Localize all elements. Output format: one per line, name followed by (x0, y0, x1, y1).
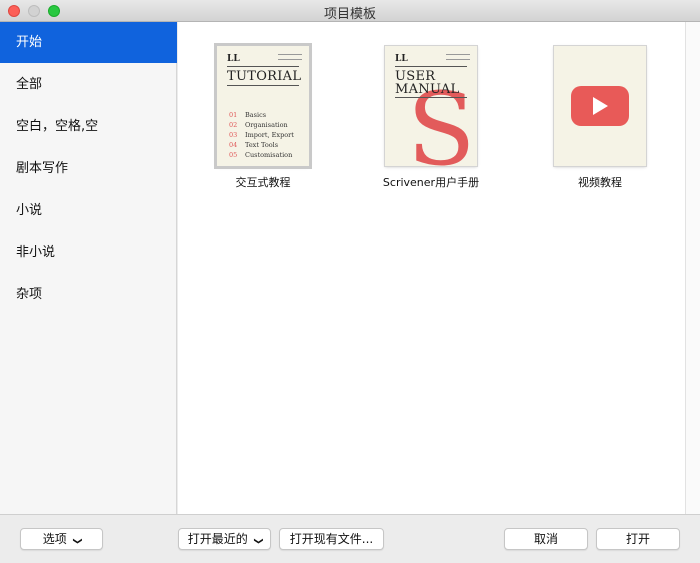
toc-row: 01 Basics (229, 111, 267, 119)
literature-and-latte-logo: LL (227, 54, 240, 64)
footer-bar: 选项 ❯ 打开最近的 ❯ 打开现有文件... 取消 打开 (0, 514, 700, 563)
play-triangle-icon (593, 97, 608, 115)
template-scrivener-manual[interactable]: S LL USER MANUAL Scrivener用户手册 (346, 44, 516, 194)
template-label: 交互式教程 (235, 176, 291, 189)
template-grid: LL TUTORIAL 01 Basics 02 Organisation 03 Im… (178, 22, 685, 514)
logo-tagline-mark (446, 54, 470, 60)
open-button[interactable]: 打开 (596, 528, 680, 550)
youtube-play-icon (571, 86, 629, 126)
category-sidebar: 开始 全部 空白，空格,空 剧本写作 小说 非小说 杂项 (0, 22, 177, 514)
chevron-down-icon: ❯ (71, 537, 82, 545)
window-title: 项目模板 (323, 7, 376, 22)
title-rule-bottom (395, 97, 467, 98)
title-bar[interactable]: 项目模板 (0, 0, 700, 22)
options-label: 选项 (42, 532, 67, 546)
logo-tagline-mark (278, 54, 302, 60)
options-dropdown[interactable]: 选项 ❯ (20, 528, 103, 550)
chevron-down-icon: ❯ (252, 537, 263, 545)
title-rule-bottom (227, 85, 299, 86)
open-existing-file-button[interactable]: 打开现有文件... (279, 528, 384, 550)
sidebar-item-scriptwriting[interactable]: 剧本写作 (0, 148, 177, 189)
sidebar-item-miscellaneous[interactable]: 杂项 (0, 274, 177, 315)
sidebar-item-fiction[interactable]: 小说 (0, 190, 177, 231)
sidebar-item-non-fiction[interactable]: 非小说 (0, 232, 177, 273)
sidebar-item-getting-started[interactable]: 开始 (0, 22, 177, 63)
template-label: Scrivener用户手册 (382, 176, 480, 189)
vertical-scrollbar[interactable] (685, 22, 700, 514)
title-rule-top (395, 66, 467, 67)
open-recent-dropdown[interactable]: 打开最近的 ❯ (178, 528, 271, 550)
toc-row: 03 Import, Export (229, 131, 294, 139)
sidebar-item-all[interactable]: 全部 (0, 64, 177, 105)
title-rule-top (227, 66, 299, 67)
manual-title-line2: MANUAL (395, 82, 460, 97)
cancel-button[interactable]: 取消 (504, 528, 588, 550)
literature-and-latte-logo: LL (395, 54, 408, 64)
open-recent-label: 打开最近的 (187, 532, 248, 546)
video-thumbnail[interactable] (554, 46, 646, 166)
toc-row: 02 Organisation (229, 121, 288, 129)
tutorial-thumbnail[interactable]: LL TUTORIAL 01 Basics 02 Organisation 03 Im… (217, 46, 309, 166)
template-label: 视频教程 (578, 176, 622, 189)
toc-row: 04 Text Tools (229, 141, 279, 149)
toc-row: 05 Customisation (229, 151, 293, 159)
template-interactive-tutorial[interactable]: LL TUTORIAL 01 Basics 02 Organisation 03 Im… (178, 44, 348, 194)
tutorial-cover-title: TUTORIAL (227, 69, 302, 84)
sidebar-item-blank[interactable]: 空白，空格,空 (0, 106, 177, 147)
template-video-tutorials[interactable]: 视频教程 (515, 44, 685, 194)
tutorial-contents-list: 01 Basics 02 Organisation 03 Import, Export… (229, 110, 294, 160)
manual-thumbnail[interactable]: S LL USER MANUAL (385, 46, 477, 166)
